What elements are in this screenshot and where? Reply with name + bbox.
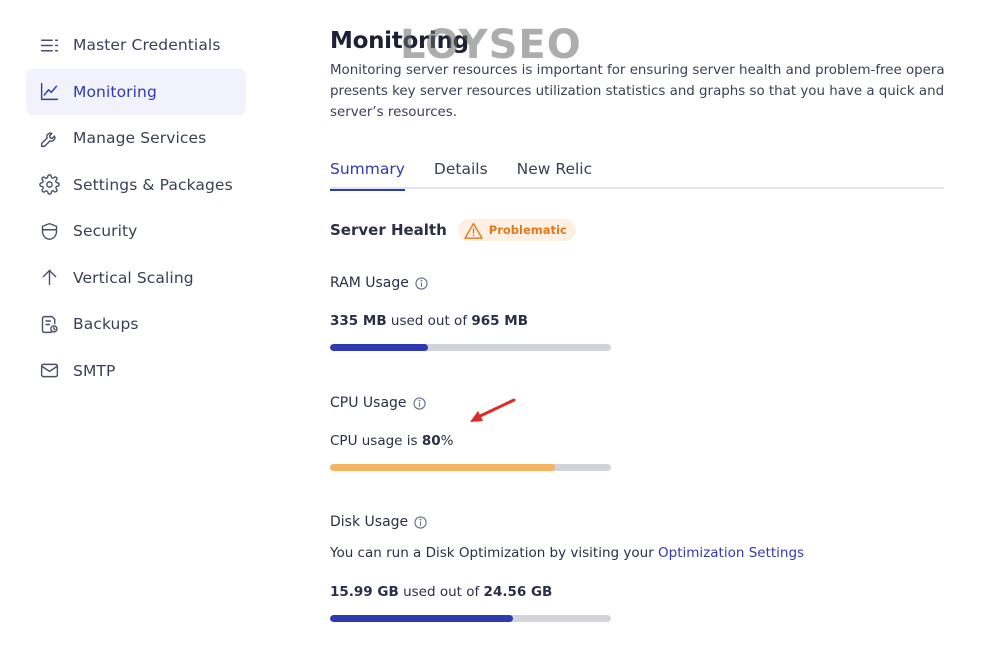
info-icon[interactable]: [412, 396, 426, 410]
sidebar-item-label: Monitoring: [73, 82, 157, 101]
sidebar: Master Credentials Monitoring Manage Ser…: [26, 22, 246, 394]
sidebar-item-label: Manage Services: [73, 129, 207, 148]
info-icon[interactable]: [414, 515, 427, 529]
status-badge: Problematic: [457, 219, 576, 241]
wrench-icon: [38, 127, 60, 149]
ram-total: 965 MB: [471, 313, 528, 329]
ram-used: 335 MB: [330, 313, 387, 329]
list-icon: [38, 34, 60, 56]
cpu-suffix: %: [440, 433, 454, 449]
disk-note: You can run a Disk Optimization by visit…: [330, 545, 804, 561]
disk-usage-text: 15.99 GB used out of 24.56 GB: [330, 584, 552, 600]
backup-document-icon: [38, 313, 60, 335]
disk-total: 24.56 GB: [483, 584, 553, 600]
sidebar-item-settings-packages[interactable]: Settings & Packages: [26, 162, 246, 209]
ram-usage-text: 335 MB used out of 965 MB: [330, 313, 528, 329]
cpu-usage-text: CPU usage is 80%: [330, 433, 453, 449]
disk-middle: used out of: [403, 584, 480, 600]
sidebar-item-monitoring[interactable]: Monitoring: [26, 68, 246, 115]
cpu-usage-label: CPU Usage: [330, 395, 426, 411]
disk-progress-bar: [330, 615, 611, 622]
chart-line-icon: [38, 81, 60, 103]
server-health-title: Server Health: [330, 221, 447, 239]
sidebar-item-label: Settings & Packages: [73, 175, 233, 194]
sidebar-item-security[interactable]: Security: [26, 208, 246, 255]
cpu-progress-bar: [330, 464, 611, 471]
sidebar-item-master-credentials[interactable]: Master Credentials: [26, 22, 246, 69]
disk-usage-label: Disk Usage: [330, 514, 427, 530]
disk-progress-fill: [330, 615, 513, 622]
disk-used: 15.99 GB: [330, 584, 399, 600]
tab-details[interactable]: Details: [434, 157, 488, 189]
sidebar-item-label: Security: [73, 222, 138, 241]
arrow-up-icon: [38, 267, 60, 289]
sidebar-item-label: Vertical Scaling: [73, 268, 194, 287]
shield-icon: [38, 220, 60, 242]
optimization-settings-link[interactable]: Optimization Settings: [658, 545, 804, 561]
cpu-progress-fill: [330, 464, 555, 471]
ram-progress-fill: [330, 344, 428, 351]
server-health: Server Health Problematic: [330, 219, 576, 241]
sidebar-item-smtp[interactable]: SMTP: [26, 348, 246, 395]
sidebar-item-manage-services[interactable]: Manage Services: [26, 115, 246, 162]
ram-progress-bar: [330, 344, 611, 351]
warning-icon: [464, 222, 483, 239]
disk-note-text: You can run a Disk Optimization by visit…: [330, 545, 654, 561]
disk-usage-title: Disk Usage: [330, 514, 409, 530]
tab-new-relic[interactable]: New Relic: [517, 157, 592, 189]
description-line: server’s resources.: [330, 105, 458, 120]
cpu-usage-title: CPU Usage: [330, 395, 407, 411]
sidebar-item-backups[interactable]: Backups: [26, 301, 246, 348]
tab-bar: Summary Details New Relic: [330, 157, 944, 191]
info-icon[interactable]: [415, 276, 428, 290]
tab-summary[interactable]: Summary: [330, 157, 405, 191]
ram-usage-label: RAM Usage: [330, 275, 428, 291]
sidebar-item-label: Master Credentials: [73, 36, 221, 55]
mail-icon: [38, 360, 60, 382]
page-title: Monitoring: [330, 28, 469, 54]
cpu-prefix: CPU usage is: [330, 433, 418, 449]
annotation-arrow-icon: [470, 398, 516, 422]
page-description: Monitoring server resources is important…: [330, 60, 944, 123]
sidebar-item-label: SMTP: [73, 361, 116, 380]
cpu-value: 80: [421, 433, 441, 449]
gear-icon: [38, 174, 60, 196]
status-badge-label: Problematic: [488, 223, 567, 237]
sidebar-item-vertical-scaling[interactable]: Vertical Scaling: [26, 255, 246, 302]
ram-middle: used out of: [390, 313, 468, 329]
sidebar-item-label: Backups: [73, 315, 139, 334]
description-line: presents key server resources utilizatio…: [330, 84, 944, 99]
main-content: Monitoring Monitoring server resources i…: [330, 26, 944, 659]
ram-usage-title: RAM Usage: [330, 275, 409, 291]
description-line: Monitoring server resources is important…: [330, 63, 944, 78]
